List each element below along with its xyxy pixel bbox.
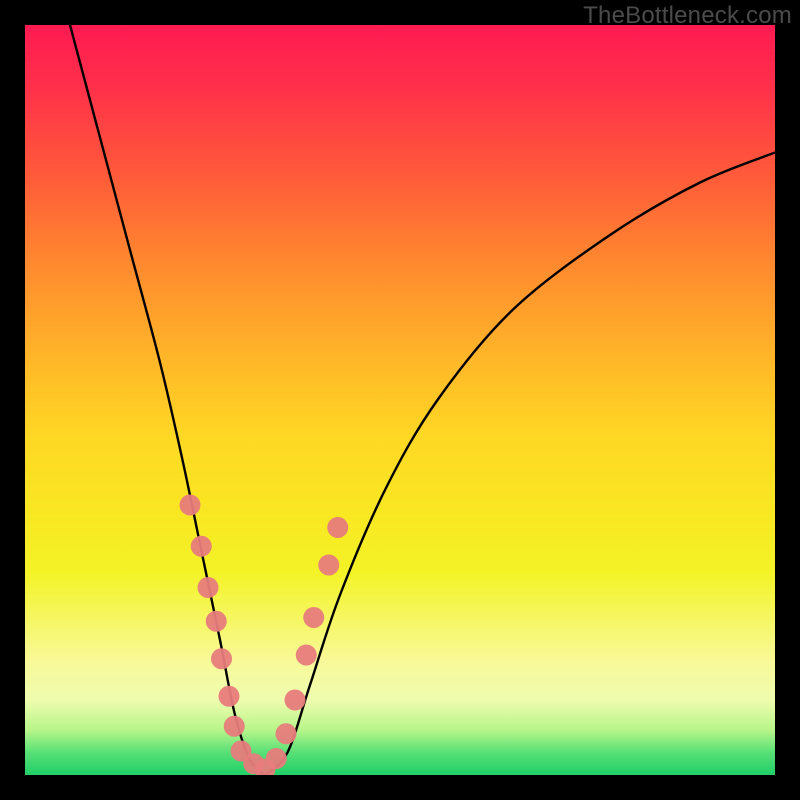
data-marker	[327, 517, 348, 538]
data-marker	[303, 607, 324, 628]
chart-frame: TheBottleneck.com	[0, 0, 800, 800]
curve-left	[70, 25, 265, 775]
data-marker	[276, 723, 297, 744]
data-marker	[211, 648, 232, 669]
data-marker	[296, 645, 317, 666]
data-marker	[285, 690, 306, 711]
data-marker	[224, 716, 245, 737]
data-marker	[191, 536, 212, 557]
data-marker	[180, 495, 201, 516]
chart-svg	[25, 25, 775, 775]
curve-right	[265, 153, 775, 776]
data-marker	[206, 611, 227, 632]
plot-area	[25, 25, 775, 775]
data-marker	[219, 686, 240, 707]
data-marker	[266, 748, 287, 769]
data-marker	[198, 577, 219, 598]
data-marker	[318, 555, 339, 576]
bottleneck-curve	[70, 25, 775, 775]
data-markers	[180, 495, 349, 776]
